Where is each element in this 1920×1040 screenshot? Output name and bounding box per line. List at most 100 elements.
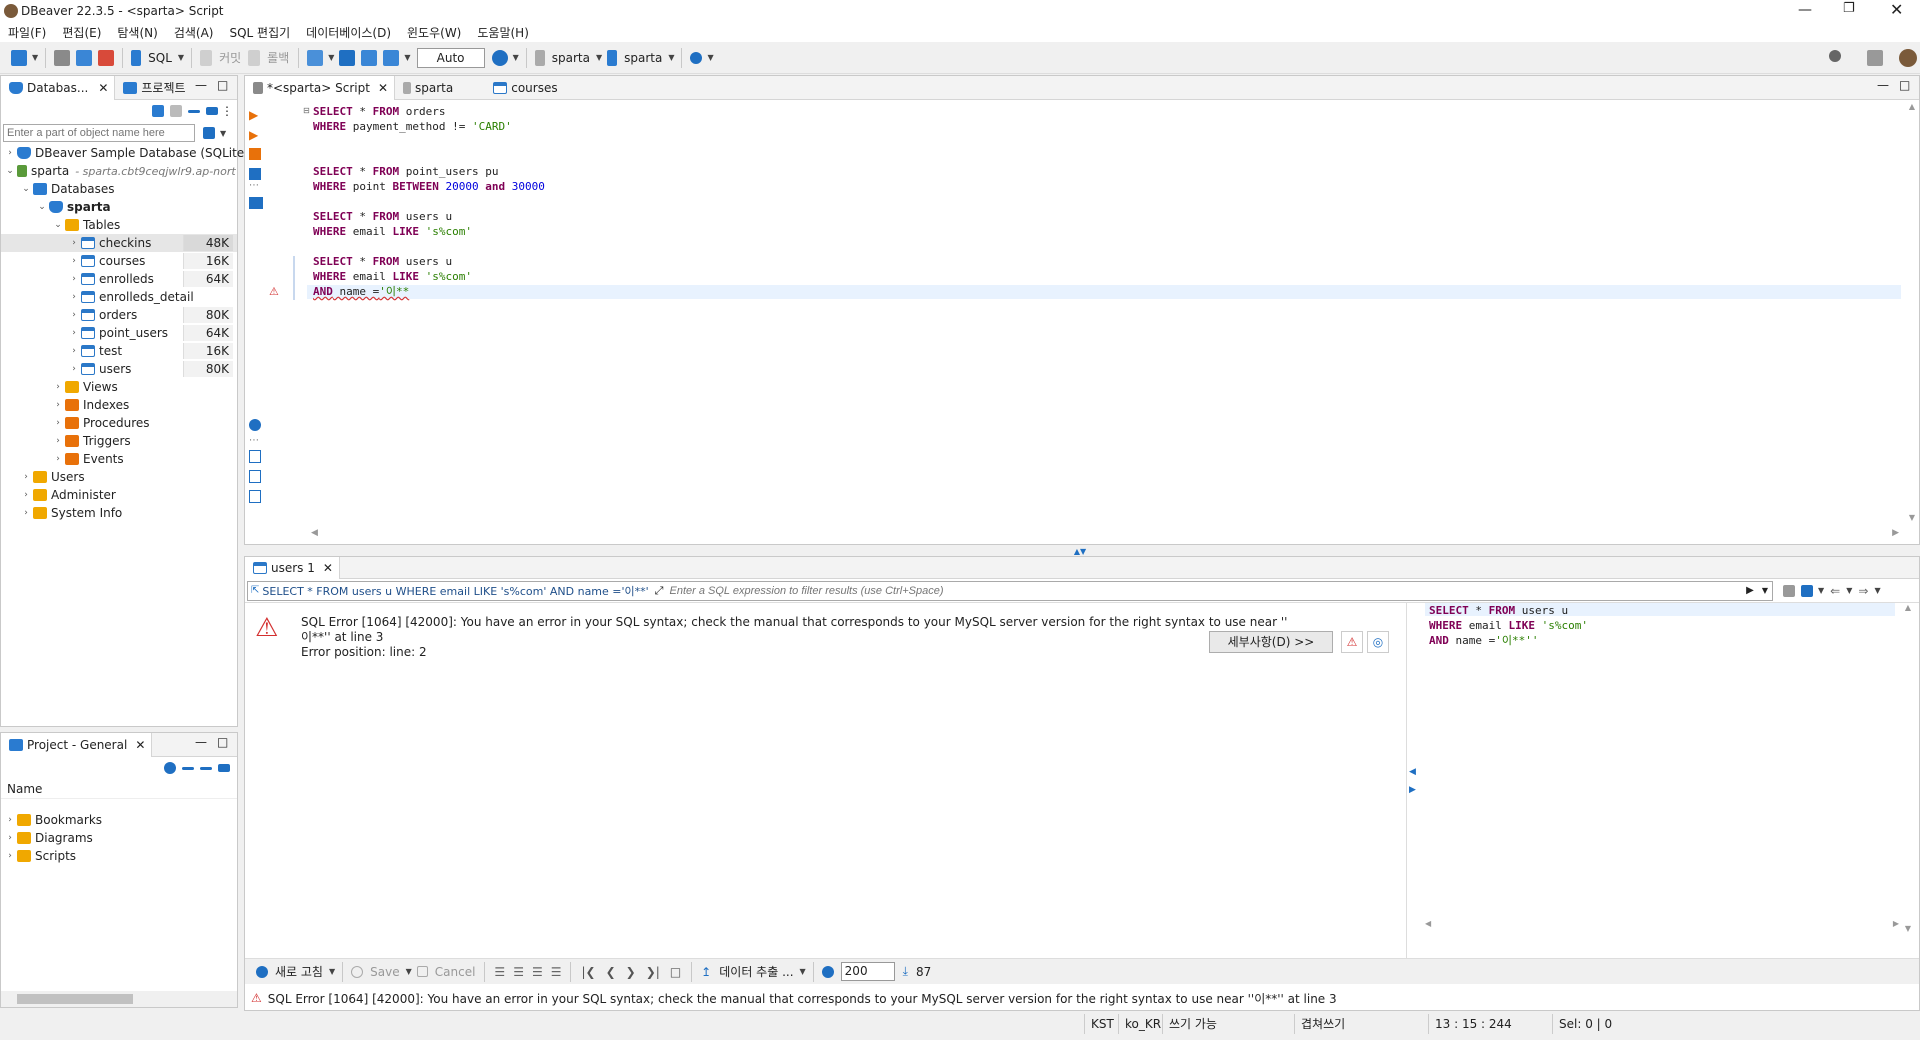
save-button[interactable]: Save	[370, 965, 399, 979]
tree-node-table[interactable]: › enrolleds_detail	[1, 288, 237, 306]
tree-node-diagrams[interactable]: › Diagrams	[5, 829, 93, 847]
commit-button[interactable]: 커밋	[219, 49, 241, 66]
fetch-size-input[interactable]: 200	[840, 962, 895, 981]
delete-row-icon[interactable]: ☰	[551, 965, 562, 979]
execute-script-icon[interactable]	[249, 148, 261, 160]
tree-node-scripts[interactable]: › Scripts	[5, 847, 76, 865]
minimize-button[interactable]: —	[1798, 2, 1812, 18]
rollback-button[interactable]: 롤백	[267, 49, 289, 66]
tab-project-general[interactable]: Project - General ✕	[1, 732, 153, 757]
sql-editor-icon[interactable]	[131, 49, 142, 66]
gear-icon[interactable]	[164, 762, 176, 774]
maximize-panel-icon[interactable]: □	[217, 735, 228, 749]
panel-toggle-icon[interactable]: ▶	[1409, 785, 1416, 795]
more-icon[interactable]: ⋯	[249, 435, 267, 446]
tree-node-table[interactable]: › orders 80K	[1, 306, 237, 324]
editor-settings-icon[interactable]	[249, 419, 261, 431]
more-icon[interactable]: ⋯	[249, 180, 267, 191]
export-data-button[interactable]: 데이터 추출 ...	[719, 963, 793, 980]
tree-node-system-info[interactable]: › System Info	[21, 504, 122, 522]
active-schema[interactable]: sparta	[624, 51, 662, 65]
fetch-next-icon[interactable]: ⤓	[903, 964, 908, 979]
tree-node-administer[interactable]: › Administer	[21, 486, 116, 504]
tree-node-views[interactable]: › Views	[53, 378, 118, 396]
tree-node-databases[interactable]: ⌄ Databases	[21, 180, 114, 198]
gear-icon[interactable]	[821, 965, 834, 978]
horizontal-scrollbar[interactable]	[1, 991, 237, 1007]
refresh-button[interactable]: 새로 고침	[275, 963, 323, 980]
tree-node-schema-sparta[interactable]: ⌄ sparta	[37, 198, 110, 216]
lock-icon[interactable]	[339, 49, 356, 66]
transaction-log-icon[interactable]	[361, 49, 378, 66]
minimize-editor-icon[interactable]: —	[1877, 78, 1889, 92]
vertical-scrollbar[interactable]: ▲ ▼	[1901, 603, 1915, 933]
menu-navigate[interactable]: 탐색(N)	[117, 24, 157, 41]
tree-node-table[interactable]: › courses 16K	[1, 252, 237, 270]
dbeaver-perspective-icon[interactable]	[1899, 49, 1917, 67]
terminal-icon[interactable]	[249, 197, 263, 209]
fold-marker-icon[interactable]: ⊟	[303, 106, 310, 115]
view-menu-icon[interactable]: ⋮	[221, 104, 233, 118]
tree-node-table[interactable]: › users 80K	[1, 360, 237, 378]
tree-node-indexes[interactable]: › Indexes	[53, 396, 129, 414]
edit-row-icon[interactable]: ☰	[494, 965, 505, 979]
close-button[interactable]: ✕	[1890, 0, 1903, 19]
horizontal-scrollbar[interactable]: ◀ ▶	[1425, 919, 1901, 933]
close-tab-icon[interactable]: ✕	[378, 81, 388, 95]
fetch-all-icon[interactable]: □	[670, 965, 681, 979]
filter-settings-icon[interactable]	[1801, 584, 1813, 597]
tree-node-tables[interactable]: ⌄ Tables	[53, 216, 120, 234]
tree-node-sparta-connection[interactable]: ⌄ sparta - sparta.cbt9ceqjwlr9.ap-nort	[5, 162, 236, 180]
expand-icon[interactable]	[200, 766, 212, 770]
explain-plan-icon[interactable]	[249, 168, 261, 180]
menu-window[interactable]: 윈도우(W)	[407, 24, 461, 41]
transaction-mode-icon[interactable]	[307, 49, 324, 66]
history-icon[interactable]	[491, 49, 508, 66]
export-icon[interactable]	[249, 450, 261, 463]
reconnect-icon[interactable]	[76, 49, 93, 66]
tree-node-table[interactable]: › test 16K	[1, 342, 237, 360]
filter-icon[interactable]	[203, 127, 215, 139]
connect-icon[interactable]	[54, 49, 71, 66]
add-row-icon[interactable]: ☰	[513, 965, 524, 979]
last-page-icon[interactable]: ❯|	[646, 965, 660, 979]
close-tab-icon[interactable]: ✕	[135, 738, 145, 752]
copy-row-icon[interactable]: ☰	[532, 965, 543, 979]
execute-statement-icon[interactable]: ▶	[249, 108, 267, 122]
export-data-icon[interactable]: ↥	[701, 965, 711, 979]
link-with-editor-icon[interactable]	[218, 764, 230, 772]
collapse-all-icon[interactable]	[188, 109, 200, 113]
object-name-filter-input[interactable]	[3, 124, 195, 142]
tree-node-sample-db[interactable]: › DBeaver Sample Database (SQLite)	[5, 144, 249, 162]
tree-node-table[interactable]: › point_users 64K	[1, 324, 237, 342]
tree-node-triggers[interactable]: › Triggers	[53, 432, 130, 450]
maximize-button[interactable]: ❐	[1843, 1, 1855, 16]
error-log-icon[interactable]: ⚠	[1341, 631, 1363, 653]
menu-help[interactable]: 도움말(H)	[477, 24, 529, 41]
menu-database[interactable]: 데이터베이스(D)	[306, 24, 391, 41]
refresh-icon[interactable]	[256, 965, 268, 978]
editor-results-splitter[interactable]: ▲▼	[1060, 547, 1100, 556]
tx-mode-field[interactable]: Auto	[416, 47, 485, 68]
tab-courses[interactable]: courses	[485, 76, 563, 100]
menu-search[interactable]: 검색(A)	[174, 24, 214, 41]
menu-edit[interactable]: 편집(E)	[62, 24, 101, 41]
minimize-panel-icon[interactable]: —	[195, 735, 207, 749]
first-page-icon[interactable]: |❮	[581, 965, 595, 979]
close-tab-icon[interactable]: ✕	[98, 81, 108, 95]
pending-transactions-icon[interactable]	[383, 49, 400, 66]
tree-node-table[interactable]: › checkins 48K	[1, 234, 237, 252]
tab-projects[interactable]: 프로젝트	[115, 76, 191, 100]
menu-file[interactable]: 파일(F)	[8, 24, 46, 41]
maximize-panel-icon[interactable]: □	[217, 78, 228, 92]
global-search-icon[interactable]	[1829, 50, 1841, 62]
new-connection-icon[interactable]	[11, 49, 27, 66]
menu-sql-editor[interactable]: SQL 편집기	[229, 24, 290, 41]
maximize-editor-icon[interactable]: □	[1899, 78, 1910, 92]
disconnect-icon[interactable]	[98, 49, 115, 66]
new-folder-icon[interactable]	[170, 105, 182, 117]
panel-toggle-icon[interactable]: ◀	[1409, 767, 1416, 777]
tree-node-bookmarks[interactable]: › Bookmarks	[5, 811, 102, 829]
vertical-scrollbar[interactable]: ▲ ▼	[1905, 102, 1919, 522]
open-perspective-icon[interactable]	[1867, 50, 1883, 66]
